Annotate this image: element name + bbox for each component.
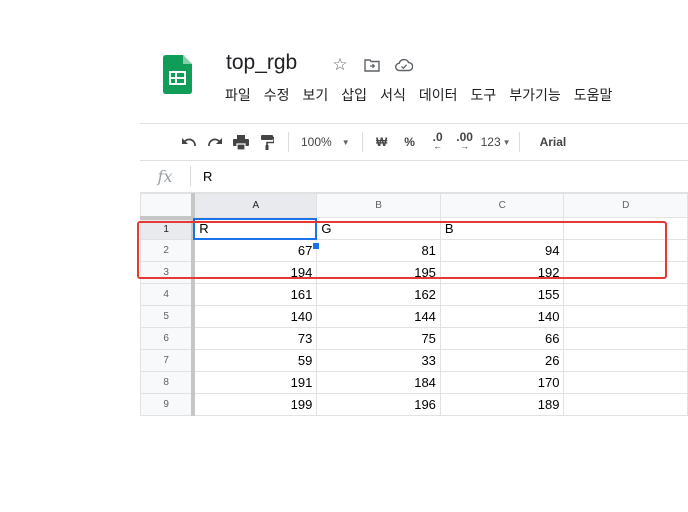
undo-icon[interactable] — [176, 129, 202, 155]
decrease-decimal-button[interactable]: .0 ← — [425, 129, 451, 155]
menu-addons[interactable]: 부가기능 — [509, 85, 561, 105]
currency-format-button[interactable]: ₩ — [371, 129, 393, 155]
cell-c9[interactable]: 189 — [439, 393, 565, 416]
table-row: 5 140 144 140 — [140, 305, 688, 328]
cell-a4[interactable]: 161 — [192, 283, 318, 306]
cell-d9[interactable] — [563, 393, 688, 416]
cell-c8[interactable]: 170 — [439, 371, 565, 394]
annotation-highlight-box — [137, 221, 667, 279]
table-row: 9 199 196 189 — [140, 393, 688, 416]
title-actions: ☆ — [330, 54, 414, 76]
sheets-logo-icon[interactable] — [163, 55, 192, 94]
cell-b8[interactable]: 184 — [316, 371, 441, 394]
menu-format[interactable]: 서식 — [380, 85, 406, 105]
cell-d6[interactable] — [563, 327, 688, 350]
cell-d8[interactable] — [563, 371, 688, 394]
dropdown-arrow-icon: ▼ — [341, 137, 350, 147]
menu-insert[interactable]: 삽입 — [341, 85, 367, 105]
more-formats-label: 123 — [480, 135, 501, 149]
font-select[interactable]: Arial — [528, 129, 567, 155]
row-header[interactable]: 7 — [140, 349, 196, 372]
row-header[interactable]: 4 — [140, 283, 196, 306]
toolbar: 100% ▼ ₩ % .0 ← .00 → 123 ▼ Arial — [140, 123, 688, 161]
cell-a5[interactable]: 140 — [192, 305, 318, 328]
toolbar-separator — [288, 132, 289, 152]
cell-b4[interactable]: 162 — [316, 283, 441, 306]
cell-d5[interactable] — [563, 305, 688, 328]
menu-help[interactable]: 도움말 — [574, 85, 613, 105]
paint-format-icon[interactable] — [254, 129, 280, 155]
column-header-c[interactable]: C — [439, 193, 565, 218]
cell-a8[interactable]: 191 — [192, 371, 318, 394]
cell-c4[interactable]: 155 — [439, 283, 565, 306]
formula-input[interactable]: R — [191, 169, 212, 184]
cell-c6[interactable]: 66 — [439, 327, 565, 350]
print-icon[interactable] — [228, 129, 254, 155]
move-to-folder-icon[interactable] — [362, 54, 382, 76]
cell-b6[interactable]: 75 — [316, 327, 441, 350]
table-row: 7 59 33 26 — [140, 349, 688, 372]
row-header[interactable]: 8 — [140, 371, 196, 394]
more-formats-select[interactable]: 123 ▼ — [479, 129, 511, 155]
redo-icon[interactable] — [202, 129, 228, 155]
column-header-a[interactable]: A — [192, 193, 318, 218]
dropdown-arrow-icon: ▼ — [502, 137, 511, 147]
select-all-corner[interactable] — [140, 193, 196, 220]
cell-a6[interactable]: 73 — [192, 327, 318, 350]
zoom-select[interactable]: 100% ▼ — [297, 129, 354, 155]
toolbar-separator — [518, 132, 520, 152]
function-fx-icon: fx — [157, 166, 173, 186]
increase-decimal-button[interactable]: .00 → — [451, 129, 479, 155]
cloud-saved-icon[interactable] — [394, 54, 414, 76]
menu-edit[interactable]: 수정 — [264, 85, 290, 105]
arrow-right-icon: → — [460, 141, 470, 151]
zoom-value: 100% — [301, 135, 332, 149]
menu-data[interactable]: 데이터 — [419, 85, 458, 105]
percent-format-button[interactable]: % — [399, 129, 421, 155]
cell-d7[interactable] — [563, 349, 688, 372]
star-icon[interactable]: ☆ — [330, 54, 350, 76]
cell-c5[interactable]: 140 — [439, 305, 565, 328]
column-header-row: A B C D — [140, 193, 688, 220]
menu-bar: 파일 수정 보기 삽입 서식 데이터 도구 부가기능 도움말 — [225, 85, 612, 105]
row-header[interactable]: 5 — [140, 305, 196, 328]
table-row: 4 161 162 155 — [140, 283, 688, 306]
column-header-b[interactable]: B — [316, 193, 441, 218]
menu-file[interactable]: 파일 — [225, 85, 251, 105]
menu-view[interactable]: 보기 — [303, 85, 329, 105]
cell-c7[interactable]: 26 — [439, 349, 565, 372]
arrow-left-icon: ← — [433, 141, 443, 151]
menu-tools[interactable]: 도구 — [470, 85, 496, 105]
cell-d4[interactable] — [563, 283, 688, 306]
cell-a7[interactable]: 59 — [192, 349, 318, 372]
cell-b5[interactable]: 144 — [316, 305, 441, 328]
table-row: 6 73 75 66 — [140, 327, 688, 350]
row-header[interactable]: 6 — [140, 327, 196, 350]
formula-bar: fx R — [140, 160, 688, 193]
column-header-d[interactable]: D — [563, 193, 688, 218]
document-title[interactable]: top_rgb — [226, 51, 297, 75]
cell-b9[interactable]: 196 — [316, 393, 441, 416]
table-row: 8 191 184 170 — [140, 371, 688, 394]
toolbar-separator — [361, 132, 363, 152]
cell-a9[interactable]: 199 — [192, 393, 318, 416]
row-header[interactable]: 9 — [140, 393, 196, 416]
cell-b7[interactable]: 33 — [316, 349, 441, 372]
